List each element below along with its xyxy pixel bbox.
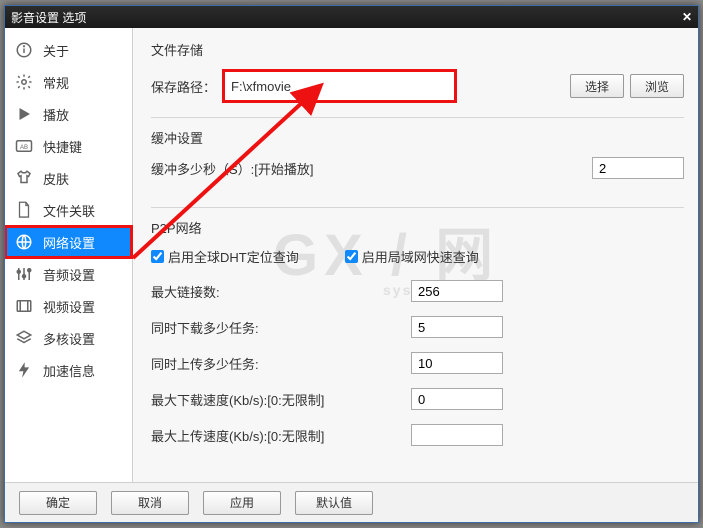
apply-button[interactable]: 应用 bbox=[203, 491, 281, 515]
sidebar-item-label: 关于 bbox=[43, 41, 69, 60]
up-tasks-input[interactable] bbox=[411, 352, 503, 374]
gear-icon bbox=[13, 72, 35, 92]
sidebar-item-multicore[interactable]: 多核设置 bbox=[5, 322, 132, 354]
sidebar-item-general[interactable]: 常规 bbox=[5, 66, 132, 98]
sidebar-item-playback[interactable]: 播放 bbox=[5, 98, 132, 130]
lan-checkbox[interactable]: 启用局域网快速查询 bbox=[345, 247, 479, 266]
down-tasks-label: 同时下载多少任务: bbox=[151, 318, 411, 337]
max-up-label: 最大上传速度(Kb/s):[0:无限制] bbox=[151, 426, 411, 445]
sidebar-item-label: 常规 bbox=[43, 73, 69, 92]
sidebar-item-about[interactable]: 关于 bbox=[5, 34, 132, 66]
sidebar-item-label: 皮肤 bbox=[43, 169, 69, 188]
globe-icon bbox=[13, 232, 35, 252]
save-path-input[interactable]: F:\xfmovie bbox=[222, 69, 457, 103]
section-storage-title: 文件存储 bbox=[151, 40, 684, 59]
lan-checkbox-input[interactable] bbox=[345, 250, 358, 263]
sidebar-item-accel[interactable]: 加速信息 bbox=[5, 354, 132, 386]
keyboard-icon: AB bbox=[13, 136, 35, 156]
lan-checkbox-label: 启用局域网快速查询 bbox=[362, 247, 479, 266]
layers-icon bbox=[13, 328, 35, 348]
sidebar-item-label: 加速信息 bbox=[43, 361, 95, 380]
sidebar-item-video[interactable]: 视频设置 bbox=[5, 290, 132, 322]
sidebar: 关于 常规 播放 AB 快捷键 皮肤 文件关联 网络设置 音频设置 视频设置 多核… bbox=[5, 28, 133, 482]
sidebar-item-file-assoc[interactable]: 文件关联 bbox=[5, 194, 132, 226]
dht-checkbox[interactable]: 启用全球DHT定位查询 bbox=[151, 247, 299, 266]
sidebar-item-network[interactable]: 网络设置 bbox=[5, 226, 132, 258]
section-p2p-title: P2P网络 bbox=[151, 218, 684, 237]
document-icon bbox=[13, 200, 35, 220]
buffer-label: 缓冲多少秒（S）:[开始播放] bbox=[151, 159, 411, 178]
settings-window: 影音设置 选项 ✕ 关于 常规 播放 AB 快捷键 皮肤 文件关联 网络设置 音频… bbox=[4, 5, 699, 523]
choose-button[interactable]: 选择 bbox=[570, 74, 624, 98]
max-down-input[interactable] bbox=[411, 388, 503, 410]
play-icon bbox=[13, 104, 35, 124]
down-tasks-input[interactable] bbox=[411, 316, 503, 338]
section-buffer-title: 缓冲设置 bbox=[151, 128, 684, 147]
lightning-icon bbox=[13, 360, 35, 380]
max-down-label: 最大下载速度(Kb/s):[0:无限制] bbox=[151, 390, 411, 409]
titlebar: 影音设置 选项 ✕ bbox=[5, 6, 698, 28]
sidebar-item-label: 多核设置 bbox=[43, 329, 95, 348]
sidebar-item-hotkeys[interactable]: AB 快捷键 bbox=[5, 130, 132, 162]
path-label: 保存路径： bbox=[151, 77, 216, 96]
up-tasks-label: 同时上传多少任务: bbox=[151, 354, 411, 373]
close-icon[interactable]: ✕ bbox=[682, 10, 692, 24]
equalizer-icon bbox=[13, 264, 35, 284]
max-conn-input[interactable] bbox=[411, 280, 503, 302]
sidebar-item-label: 播放 bbox=[43, 105, 69, 124]
ok-button[interactable]: 确定 bbox=[19, 491, 97, 515]
sidebar-item-label: 视频设置 bbox=[43, 297, 95, 316]
dht-checkbox-label: 启用全球DHT定位查询 bbox=[168, 247, 299, 266]
window-title: 影音设置 选项 bbox=[11, 9, 86, 26]
sidebar-item-skin[interactable]: 皮肤 bbox=[5, 162, 132, 194]
max-conn-label: 最大链接数: bbox=[151, 282, 411, 301]
defaults-button[interactable]: 默认值 bbox=[295, 491, 373, 515]
cancel-button[interactable]: 取消 bbox=[111, 491, 189, 515]
browse-button[interactable]: 浏览 bbox=[630, 74, 684, 98]
film-icon bbox=[13, 296, 35, 316]
sidebar-item-label: 网络设置 bbox=[43, 233, 95, 252]
sidebar-item-audio[interactable]: 音频设置 bbox=[5, 258, 132, 290]
svg-text:AB: AB bbox=[20, 145, 28, 151]
tshirt-icon bbox=[13, 168, 35, 188]
footer: 确定 取消 应用 默认值 bbox=[5, 482, 698, 522]
sidebar-item-label: 快捷键 bbox=[43, 137, 82, 156]
buffer-seconds-input[interactable] bbox=[592, 157, 684, 179]
main-panel: GX / 网system.com 文件存储 保存路径： F:\xfmovie 选… bbox=[133, 28, 698, 482]
info-icon bbox=[13, 40, 35, 60]
max-up-input[interactable] bbox=[411, 424, 503, 446]
dht-checkbox-input[interactable] bbox=[151, 250, 164, 263]
sidebar-item-label: 音频设置 bbox=[43, 265, 95, 284]
sidebar-item-label: 文件关联 bbox=[43, 201, 95, 220]
